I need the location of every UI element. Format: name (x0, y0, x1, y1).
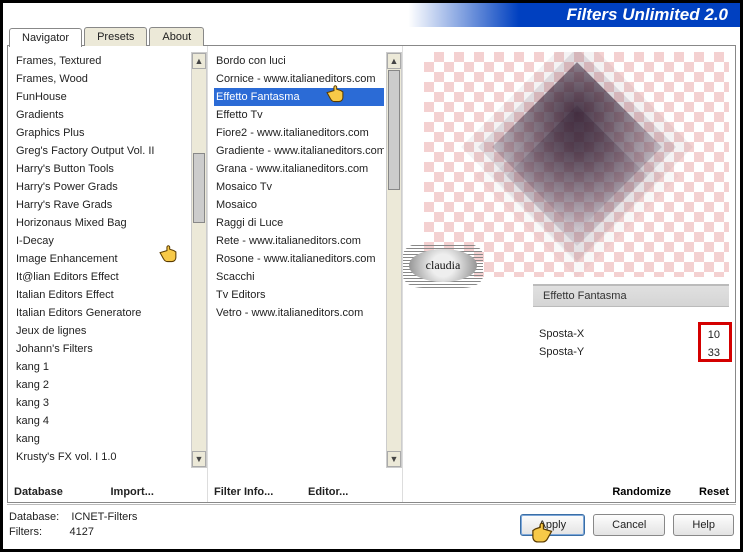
help-button[interactable]: Help (673, 514, 734, 536)
scroll-thumb[interactable] (388, 70, 400, 190)
list-item[interactable]: Greg's Factory Output Vol. II (14, 142, 189, 160)
tab-navigator[interactable]: Navigator (9, 28, 82, 47)
param-label: Sposta-X (539, 328, 584, 342)
import-button[interactable]: Import... (111, 486, 202, 498)
list-item[interactable]: Rete - www.italianeditors.com (214, 232, 384, 250)
app-title: Filters Unlimited 2.0 (566, 5, 728, 25)
tab-about[interactable]: About (149, 27, 204, 46)
list-item[interactable]: kang 4 (14, 412, 189, 430)
list-item[interactable]: Image Enhancement (14, 250, 189, 268)
filter-info-button[interactable]: Filter Info... (214, 486, 302, 498)
navigator-panel: Frames, TexturedFrames, WoodFunHouseGrad… (7, 45, 736, 503)
randomize-button[interactable]: Randomize (612, 486, 671, 498)
list-item[interactable]: Scacchi (214, 268, 384, 286)
watermark-seal: claudia (403, 243, 483, 288)
list-item[interactable]: Effetto Fantasma (214, 88, 384, 106)
list-item[interactable]: Harry's Rave Grads (14, 196, 189, 214)
list-item[interactable]: kang (14, 430, 189, 448)
filter-scrollbar[interactable]: ▲ ▼ (386, 52, 402, 468)
list-item[interactable]: Johann's Filters (14, 340, 189, 358)
reset-button[interactable]: Reset (699, 486, 729, 498)
footer-bar: Database: ICNET-Filters Filters: 4127 Ap… (9, 505, 734, 545)
list-item[interactable]: Fiore2 - www.italianeditors.com (214, 124, 384, 142)
list-item[interactable]: Horizonaus Mixed Bag (14, 214, 189, 232)
list-item[interactable]: Harry's Button Tools (14, 160, 189, 178)
list-item[interactable]: Frames, Textured (14, 52, 189, 70)
list-item[interactable]: Bordo con luci (214, 52, 384, 70)
list-item[interactable]: Krusty's FX vol. II 1.0 (14, 466, 189, 468)
database-button[interactable]: Database (14, 486, 105, 498)
footer-info: Database: ICNET-Filters Filters: 4127 (9, 510, 137, 540)
category-list[interactable]: Frames, TexturedFrames, WoodFunHouseGrad… (14, 52, 207, 468)
scroll-up-icon[interactable]: ▲ (387, 53, 401, 69)
list-item[interactable]: Jeux de lignes (14, 322, 189, 340)
list-item[interactable]: Harry's Power Grads (14, 178, 189, 196)
scroll-down-icon[interactable]: ▼ (387, 451, 401, 467)
scroll-down-icon[interactable]: ▼ (192, 451, 206, 467)
editor-button[interactable]: Editor... (308, 486, 396, 498)
list-item[interactable]: Cornice - www.italianeditors.com (214, 70, 384, 88)
list-item[interactable]: Effetto Tv (214, 106, 384, 124)
list-item[interactable]: Frames, Wood (14, 70, 189, 88)
list-item[interactable]: It@lian Editors Effect (14, 268, 189, 286)
list-item[interactable]: Grana - www.italianeditors.com (214, 160, 384, 178)
filters-label: Filters: (9, 526, 42, 538)
list-item[interactable]: Mosaico Tv (214, 178, 384, 196)
filter-pane: Bordo con luciCornice - www.italianedito… (208, 46, 403, 502)
db-value: ICNET-Filters (71, 511, 137, 523)
list-item[interactable]: FunHouse (14, 88, 189, 106)
tab-presets[interactable]: Presets (84, 27, 147, 46)
title-bar: Filters Unlimited 2.0 (3, 3, 740, 27)
list-item[interactable]: Italian Editors Generatore (14, 304, 189, 322)
list-item[interactable]: I-Decay (14, 232, 189, 250)
apply-button[interactable]: Apply (520, 514, 586, 536)
scroll-thumb[interactable] (193, 153, 205, 223)
filter-list[interactable]: Bordo con luciCornice - www.italianedito… (214, 52, 402, 468)
list-item[interactable]: Rosone - www.italianeditors.com (214, 250, 384, 268)
list-item[interactable]: Vetro - www.italianeditors.com (214, 304, 384, 322)
category-pane: Frames, TexturedFrames, WoodFunHouseGrad… (8, 46, 208, 502)
list-item[interactable]: Mosaico (214, 196, 384, 214)
tab-strip: Navigator Presets About (9, 27, 206, 46)
list-item[interactable]: Gradiente - www.italianeditors.com (214, 142, 384, 160)
cancel-button[interactable]: Cancel (593, 514, 665, 536)
filters-value: 4127 (70, 526, 94, 538)
effect-name-header: Effetto Fantasma (533, 284, 729, 307)
list-item[interactable]: Gradients (14, 106, 189, 124)
scroll-up-icon[interactable]: ▲ (192, 53, 206, 69)
db-label: Database: (9, 511, 59, 523)
list-item[interactable]: kang 3 (14, 394, 189, 412)
list-item[interactable]: Italian Editors Effect (14, 286, 189, 304)
category-scrollbar[interactable]: ▲ ▼ (191, 52, 207, 468)
param-label: Sposta-Y (539, 346, 584, 360)
list-item[interactable]: Graphics Plus (14, 124, 189, 142)
annotation-highlight (698, 322, 732, 362)
list-item[interactable]: kang 2 (14, 376, 189, 394)
list-item[interactable]: Tv Editors (214, 286, 384, 304)
list-item[interactable]: Krusty's FX vol. I 1.0 (14, 448, 189, 466)
list-item[interactable]: Raggi di Luce (214, 214, 384, 232)
list-item[interactable]: kang 1 (14, 358, 189, 376)
